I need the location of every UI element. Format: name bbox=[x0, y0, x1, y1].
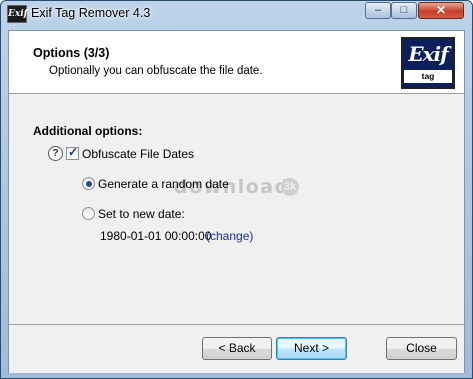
change-date-link[interactable]: (change) bbox=[206, 229, 253, 243]
help-icon[interactable]: ? bbox=[48, 146, 63, 161]
next-button[interactable]: Next > bbox=[276, 337, 347, 360]
options-panel: Additional options: ? ✓ Obfuscate File D… bbox=[9, 94, 464, 324]
minimize-button[interactable]: – bbox=[365, 2, 391, 19]
close-window-button[interactable]: ✕ bbox=[418, 2, 464, 19]
maximize-button[interactable]: □ bbox=[391, 2, 417, 19]
checkmark-icon: ✓ bbox=[68, 145, 79, 159]
close-button[interactable]: Close bbox=[386, 337, 457, 360]
logo-main-text: Exif bbox=[408, 42, 448, 66]
app-icon: Exif bbox=[7, 5, 28, 23]
obfuscate-checkbox[interactable]: ✓ bbox=[66, 145, 79, 160]
wizard-window: Exif Exif Tag Remover 4.3 – □ ✕ Options … bbox=[0, 0, 473, 379]
random-date-radio[interactable] bbox=[82, 177, 95, 190]
new-date-label[interactable]: Set to new date: bbox=[98, 207, 185, 221]
new-date-radio[interactable] bbox=[82, 207, 95, 220]
radio-selected-dot bbox=[85, 180, 92, 187]
date-value: 1980-01-01 00:00:00 bbox=[100, 229, 212, 243]
obfuscate-label[interactable]: Obfuscate File Dates bbox=[82, 147, 194, 161]
logo-sub-text: tag remover bbox=[404, 70, 452, 87]
wizard-client-area: Options (3/3) Optionally you can obfusca… bbox=[8, 30, 465, 373]
window-title: Exif Tag Remover 4.3 bbox=[31, 6, 151, 20]
exif-logo: Exif tag remover bbox=[401, 37, 455, 89]
page-title: Options (3/3) bbox=[33, 46, 110, 60]
wizard-header: Options (3/3) Optionally you can obfusca… bbox=[9, 31, 464, 94]
back-button[interactable]: < Back bbox=[202, 337, 272, 360]
random-date-label[interactable]: Generate a random date bbox=[98, 177, 229, 191]
section-label: Additional options: bbox=[33, 124, 143, 138]
wizard-footer: < Back Next > Close bbox=[9, 324, 464, 373]
title-bar[interactable]: Exif Exif Tag Remover 4.3 – □ ✕ bbox=[1, 1, 472, 27]
page-subtitle: Optionally you can obfuscate the file da… bbox=[49, 65, 263, 77]
watermark-badge: 3k bbox=[281, 178, 299, 196]
